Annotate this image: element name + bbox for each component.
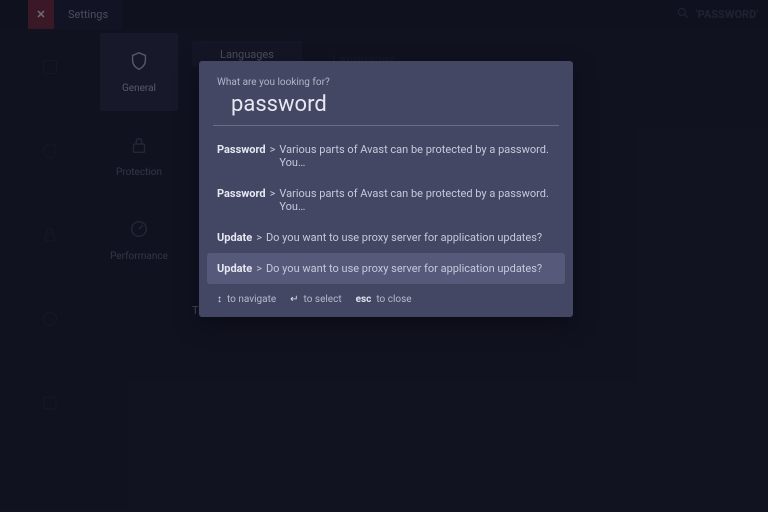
search-result[interactable]: Password > Various parts of Avast can be…	[199, 178, 573, 222]
chevron-right-icon: >	[270, 187, 276, 213]
result-key: Update	[217, 262, 252, 275]
enter-icon: ↵	[290, 294, 298, 305]
result-key: Password	[217, 143, 266, 169]
updown-icon: ↕	[217, 294, 222, 305]
search-results: Password > Various parts of Avast can be…	[199, 134, 573, 284]
search-hints: ↕ to navigate ↵ to select esc to close	[199, 284, 573, 305]
result-text: Various parts of Avast can be protected …	[279, 143, 555, 169]
chevron-right-icon: >	[270, 143, 276, 169]
hint-close: esc to close	[356, 294, 412, 305]
search-modal: What are you looking for? password Passw…	[199, 61, 573, 317]
result-key: Password	[217, 187, 266, 213]
search-input[interactable]: password	[213, 92, 559, 126]
result-text: Do you want to use proxy server for appl…	[266, 262, 542, 275]
search-prompt: What are you looking for?	[199, 77, 573, 88]
esc-key: esc	[356, 294, 372, 305]
hint-navigate: ↕ to navigate	[217, 294, 276, 305]
result-text: Do you want to use proxy server for appl…	[266, 231, 542, 244]
result-key: Update	[217, 231, 252, 244]
search-result[interactable]: Update > Do you want to use proxy server…	[207, 253, 565, 284]
hint-select: ↵ to select	[290, 294, 341, 305]
search-result[interactable]: Password > Various parts of Avast can be…	[199, 134, 573, 178]
search-result[interactable]: Update > Do you want to use proxy server…	[199, 222, 573, 253]
chevron-right-icon: >	[256, 231, 262, 244]
result-text: Various parts of Avast can be protected …	[279, 187, 555, 213]
chevron-right-icon: >	[256, 262, 262, 275]
